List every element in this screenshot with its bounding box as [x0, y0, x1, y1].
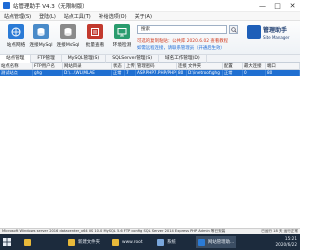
notice-text-secondary: 如需远程连接，请联系管理员（开通后生效）	[137, 46, 225, 51]
logo-icon	[247, 25, 261, 39]
env-check-button[interactable]: 环境检测	[108, 23, 136, 53]
windows-logo-icon	[3, 238, 11, 246]
close-button[interactable]: ✕	[285, 0, 300, 12]
menu-item-login[interactable]: 登陆(L)	[35, 13, 60, 20]
taskbar-item-label: 网站管理助...	[208, 240, 235, 245]
maximize-button[interactable]: □	[270, 0, 285, 12]
logo-title: 管理助手	[263, 27, 288, 34]
search-button[interactable]	[229, 25, 238, 34]
column-header[interactable]: 网站目录	[63, 63, 112, 70]
table-header: 站点名称 FTP用户名 网站目录 状态 上传量 管理密码 连接 文件夹 配置 最…	[0, 63, 300, 70]
taskbar-item-label: 系统	[167, 240, 176, 245]
connect-mssql-button[interactable]: 连接MsSql	[54, 23, 82, 53]
menu-item-site[interactable]: 站点管理(S)	[0, 13, 35, 20]
folder-icon	[112, 238, 119, 246]
column-header[interactable]: 站点名称	[0, 63, 33, 70]
connect-mysql-button[interactable]: 连接MySql	[27, 23, 55, 53]
logo-subtitle: Site Manager	[263, 35, 290, 40]
mssql-icon	[60, 24, 76, 39]
taskbar-item-label: www.root	[122, 239, 143, 245]
batch-view-button[interactable]: 批量查看	[81, 23, 109, 53]
site-network-button[interactable]: 站点网络	[2, 23, 30, 53]
tab-domain-management[interactable]: 域名工作管理(D)	[159, 55, 207, 63]
taskbar-item-system[interactable]: 系统	[157, 236, 176, 248]
taskbar: 新建文件夹 www.root 系统 网站管理助... 15:21 2020/6/…	[0, 234, 300, 250]
brand-logo: 管理助手 Site Manager	[247, 22, 299, 53]
minimize-button[interactable]: —	[255, 0, 270, 12]
column-header[interactable]: 最大连接	[243, 63, 266, 70]
monitor-icon	[114, 24, 130, 39]
site-network-label: 站点网络	[6, 43, 26, 48]
mysql-icon	[33, 24, 49, 39]
clock-date: 2020/6/22	[275, 242, 297, 247]
menu-item-tools[interactable]: 站点工具(T)	[60, 13, 95, 20]
start-button[interactable]	[3, 238, 11, 246]
menu-item-options[interactable]: 补给选项(O)	[95, 13, 131, 20]
system-tray-clock[interactable]: 15:21 2020/6/22	[276, 236, 297, 248]
taskbar-item-explorer[interactable]	[24, 236, 31, 248]
system-icon	[157, 238, 164, 246]
tab-ftp-management[interactable]: FTP管理	[31, 55, 62, 63]
column-header[interactable]: 配置	[223, 63, 243, 70]
window-controls: — □ ✕	[255, 0, 300, 12]
column-header[interactable]: 上传量	[125, 63, 136, 70]
column-header[interactable]: FTP用户名	[33, 63, 63, 70]
folder-icon	[24, 238, 31, 246]
site-network-icon	[8, 24, 24, 39]
search-input[interactable]: 搜索	[137, 25, 227, 34]
column-header[interactable]: 端口	[266, 63, 300, 70]
title-bar: 站管理助手 V4.3（无限制版） — □ ✕	[0, 0, 300, 12]
taskbar-item-site-manager[interactable]: 网站管理助...	[196, 236, 237, 248]
tab-sqlserver-management[interactable]: SQLServer管理(S)	[106, 55, 160, 63]
connect-mssql-label: 连接MsSql	[56, 43, 80, 48]
taskbar-item-new-folder[interactable]: 新建文件夹	[68, 236, 100, 248]
tab-mysql-management[interactable]: MySQL管理(S)	[62, 55, 107, 63]
taskbar-item-label: 新建文件夹	[78, 240, 100, 245]
taskbar-item-wwwroot[interactable]: www.root	[112, 236, 143, 248]
folder-icon	[68, 238, 75, 246]
window-title: 站管理助手 V4.3（无限制版）	[13, 3, 88, 10]
table-body-empty-area[interactable]	[0, 76, 300, 228]
batch-view-icon	[87, 24, 103, 39]
menu-item-about[interactable]: 关于(A)	[131, 13, 156, 20]
tab-site-management[interactable]: 站点管理	[0, 55, 32, 63]
column-header[interactable]: 文件夹	[187, 63, 223, 70]
tab-bar: 站点管理 FTP管理 MySQL管理(S) SQLServer管理(S) 域名工…	[0, 55, 300, 63]
app-icon	[3, 2, 10, 9]
menu-bar: 站点管理(S) 登陆(L) 站点工具(T) 补给选项(O) 关于(A)	[0, 12, 300, 21]
env-check-label: 环境检测	[112, 43, 132, 48]
column-header[interactable]: 状态	[112, 63, 125, 70]
app-icon	[198, 238, 205, 246]
search-icon	[230, 26, 237, 33]
column-header[interactable]: 连接	[177, 63, 187, 70]
column-header[interactable]: 管理密码	[136, 63, 177, 70]
connect-mysql-label: 连接MySql	[29, 43, 53, 48]
notice-text[interactable]: 可选的复制粘贴：公共库 2020.6.02 查看教程	[137, 38, 228, 44]
batch-view-label: 批量查看	[85, 43, 105, 48]
